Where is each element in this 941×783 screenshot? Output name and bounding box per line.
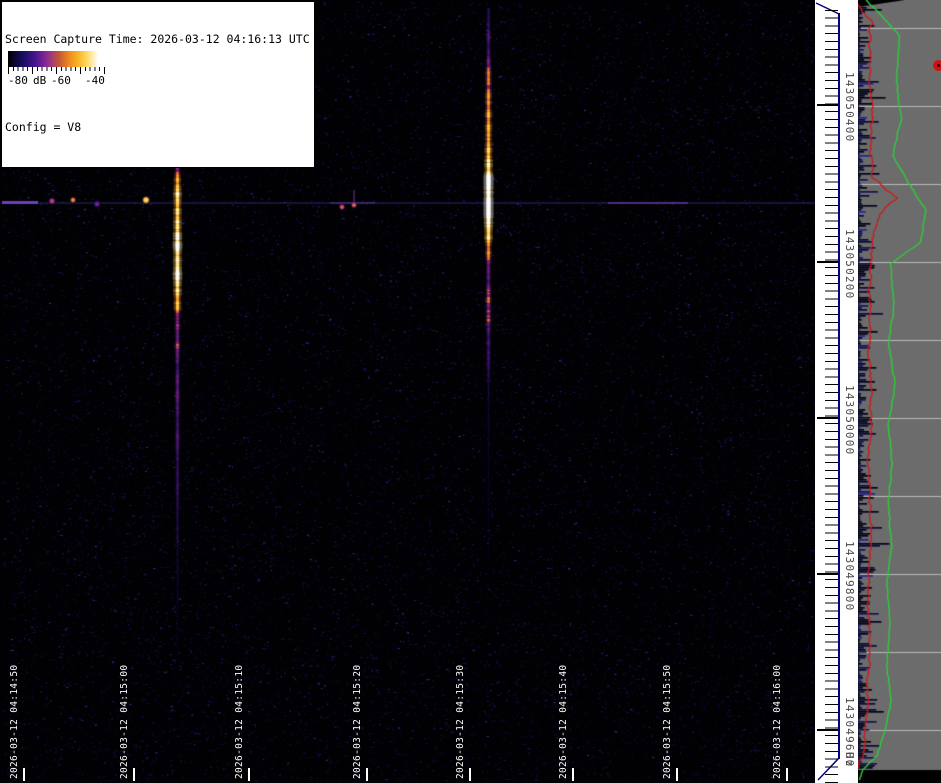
frequency-axis-label: 143050000 bbox=[843, 385, 856, 456]
frequency-major-tick bbox=[817, 417, 838, 419]
frequency-unit-label: Hz bbox=[843, 752, 856, 768]
capture-config-text: Config = V8 bbox=[5, 119, 82, 134]
frequency-axis-label: 143049800 bbox=[843, 541, 856, 612]
time-axis-tick bbox=[572, 768, 574, 781]
time-axis-label: 2026-03-12 04:15:10 bbox=[234, 664, 245, 779]
time-axis-label: 2026-03-12 04:15:20 bbox=[352, 664, 363, 779]
time-axis-tick bbox=[676, 768, 678, 781]
spectrum-capture-window: Screen Capture Time: 2026-03-12 04:16:13… bbox=[0, 0, 941, 783]
frequency-axis-line bbox=[838, 13, 840, 759]
time-axis-label: 2026-03-12 04:15:50 bbox=[662, 664, 673, 779]
db-mid-label: -60 bbox=[51, 74, 71, 87]
frequency-major-tick bbox=[817, 573, 838, 575]
color-gradient-bar bbox=[8, 51, 104, 67]
time-axis-tick bbox=[23, 768, 25, 781]
time-axis-label: 2026-03-12 04:15:40 bbox=[558, 664, 569, 779]
frequency-minor-ticks bbox=[825, 0, 838, 783]
frequency-axis: 143050400 143050200 143050000 143049800 1430… bbox=[815, 0, 858, 783]
frequency-axis-label: 143050400 bbox=[843, 72, 856, 143]
color-scale-legend: -80 dB -60 -40 bbox=[6, 51, 106, 89]
db-max-label: -40 bbox=[85, 74, 105, 87]
time-axis-label: 2026-03-12 04:15:30 bbox=[455, 664, 466, 779]
time-axis-label: 2026-03-12 04:15:00 bbox=[119, 664, 130, 779]
marker-dot bbox=[933, 60, 941, 71]
time-axis-label: 2026-03-12 04:14:50 bbox=[9, 664, 20, 779]
capture-time-text: Screen Capture Time: 2026-03-12 04:16:13… bbox=[5, 32, 310, 47]
color-scale-labels: -80 dB -60 -40 bbox=[6, 74, 106, 89]
db-min-label: -80 bbox=[8, 74, 28, 87]
db-unit-label: dB bbox=[33, 74, 47, 87]
color-scale-ruler bbox=[8, 67, 105, 74]
time-axis-label: 2026-03-12 04:16:00 bbox=[772, 664, 783, 779]
time-axis-tick bbox=[366, 768, 368, 781]
frequency-major-tick bbox=[817, 729, 838, 731]
frequency-axis-label: 143050200 bbox=[843, 229, 856, 300]
time-axis-tick bbox=[786, 768, 788, 781]
frequency-major-tick bbox=[817, 261, 838, 263]
frequency-major-tick bbox=[817, 104, 838, 106]
time-axis-tick bbox=[248, 768, 250, 781]
time-axis-tick bbox=[469, 768, 471, 781]
time-axis-tick bbox=[133, 768, 135, 781]
